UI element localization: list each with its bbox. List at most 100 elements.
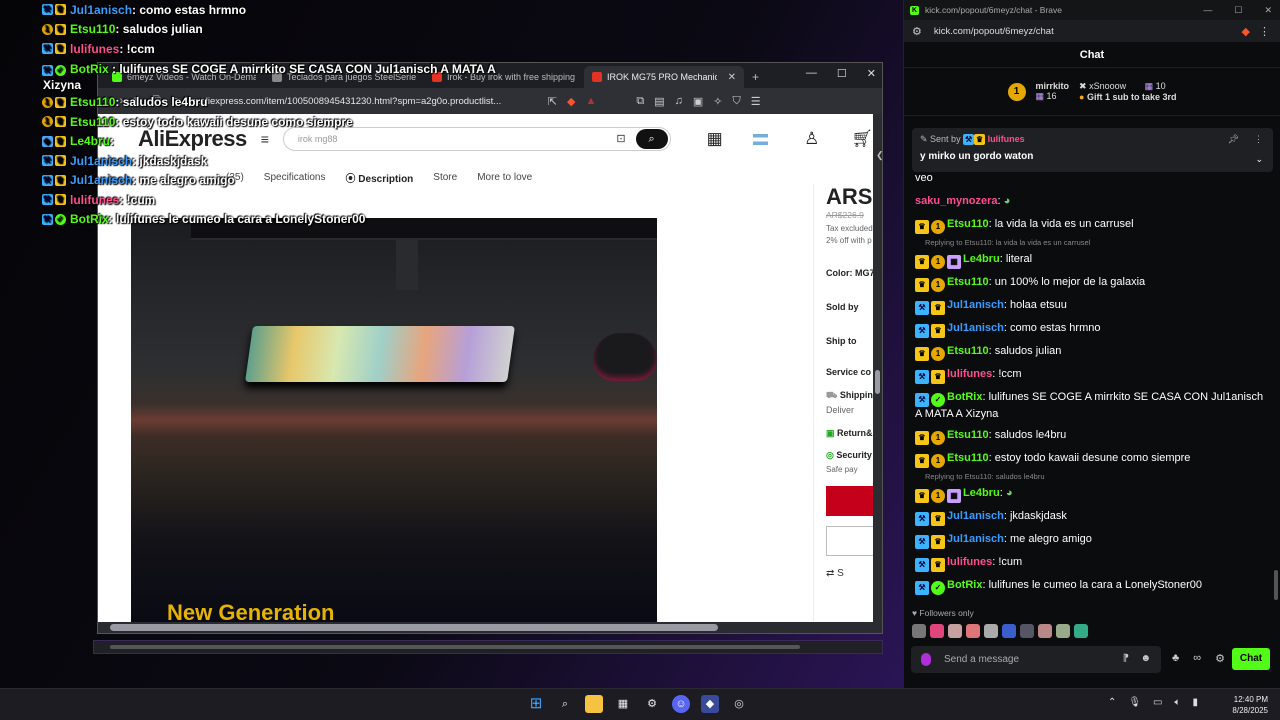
chat-username[interactable]: lulifunes — [947, 368, 992, 380]
taskbar-clock[interactable]: 12:40 PM 8/28/2025 — [1232, 694, 1268, 716]
emote-icon[interactable] — [948, 624, 962, 638]
emote-icon[interactable] — [1056, 624, 1070, 638]
chat-username[interactable]: Etsu110 — [947, 218, 989, 230]
chat-username[interactable]: BotRix — [947, 391, 982, 403]
chat-username[interactable]: Le4bru — [963, 253, 1000, 265]
chat-username[interactable]: Jul1anisch — [947, 510, 1004, 522]
share-icon[interactable]: ⇱ — [548, 95, 557, 108]
chat-message[interactable]: ♛ 1 Etsu110: la vida la vida es un carruse… — [915, 214, 1271, 237]
chat-message[interactable]: saku_mynozera: ◕ — [915, 191, 1271, 214]
cart-icon[interactable]: 🛒︎ — [851, 129, 873, 149]
close-icon[interactable]: ✕ — [1264, 5, 1272, 16]
kick-microphone-icon[interactable] — [921, 653, 931, 666]
gift-sub-cta[interactable]: Gift 1 sub to take 3rd — [1087, 92, 1177, 102]
site-settings-icon[interactable]: ⚙︎ — [912, 25, 922, 38]
search-icon[interactable]: ⌕ — [556, 695, 574, 713]
qr-code-icon[interactable]: ▦ — [707, 129, 723, 149]
chat-username[interactable]: Etsu110 — [947, 345, 989, 357]
chat-username[interactable]: Jul1anisch — [947, 533, 1004, 545]
share-button[interactable]: ⇄ S — [826, 568, 844, 579]
country-flag-icon[interactable] — [752, 133, 769, 145]
emote-icon[interactable] — [984, 624, 998, 638]
buy-now-button[interactable] — [826, 486, 873, 516]
chat-settings-icon[interactable]: ⚙︎ — [1215, 652, 1225, 665]
brave-browser-icon[interactable]: ◆ — [701, 695, 719, 713]
chat-message[interactable]: ⚒ ♛ Jul1anisch: jkdaskjdask — [915, 506, 1271, 529]
file-explorer-icon[interactable] — [585, 695, 603, 713]
chat-message[interactable]: ⚒ ✓ BotRix: lulifunes le cumeo la cara a L… — [915, 575, 1271, 598]
collapse-arrow-icon[interactable]: ❮ — [876, 150, 888, 168]
battery-icon[interactable]: ▮ — [1192, 697, 1198, 708]
horizontal-scrollbar[interactable] — [98, 622, 882, 633]
leo-icon[interactable]: ✧ — [713, 95, 722, 108]
microphone-icon[interactable]: 🎙︎ — [1128, 697, 1141, 708]
emote-icon[interactable] — [930, 624, 944, 638]
emote-icon[interactable] — [912, 624, 926, 638]
chat-message[interactable]: ♛ 1 ▦ Le4bru: literal — [915, 249, 1271, 272]
reply-context[interactable]: Replying to Etsu110: la vida la vida es … — [915, 237, 1271, 249]
chat-message-input[interactable]: Send a message ☻ ⁋ — [911, 646, 1161, 673]
chat-message[interactable]: ⚒ ♛ lulifunes: !ccm — [915, 364, 1271, 387]
background-scroll-thumb[interactable] — [110, 645, 800, 649]
browser-tab[interactable]: IROK MG75 PRO Mechanical Ke ✕ — [584, 66, 744, 88]
chat-username[interactable]: Etsu110 — [947, 452, 989, 464]
media-icon[interactable]: ♫ — [675, 95, 683, 107]
background-window-scrollbar[interactable] — [93, 640, 883, 654]
volume-icon[interactable]: 🔈︎ — [1174, 697, 1180, 708]
store-icon[interactable]: ▦ — [614, 695, 632, 713]
unpin-icon[interactable]: 📌︎ — [1228, 134, 1239, 145]
chat-message[interactable]: ♛ 1 Etsu110: saludos le4bru — [915, 425, 1271, 448]
chat-scrollbar[interactable] — [1274, 570, 1278, 600]
pinned-more-icon[interactable]: ⋮ — [1254, 134, 1263, 145]
emote-icon[interactable] — [1038, 624, 1052, 638]
brave-shields-icon[interactable]: ◆ — [1242, 25, 1250, 38]
menu-icon[interactable]: ☰ — [751, 95, 761, 108]
vpn-icon[interactable]: ⛉ — [733, 95, 741, 108]
brave-shields-icon[interactable]: ◆ — [567, 95, 575, 108]
community-icon[interactable]: ♣ — [1172, 652, 1179, 665]
chat-message[interactable]: veo — [915, 168, 1271, 191]
minimize-icon[interactable]: — — [806, 67, 817, 80]
emote-icon[interactable] — [1002, 624, 1016, 638]
chat-username[interactable]: Jul1anisch — [947, 299, 1004, 311]
network-icon[interactable]: ▭ — [1153, 697, 1162, 708]
translate-icon[interactable]: ⁋ — [1123, 653, 1129, 664]
chat-username[interactable]: Etsu110 — [947, 429, 989, 441]
search-button[interactable]: ⌕ — [635, 129, 668, 149]
minimize-icon[interactable]: — — [1203, 5, 1212, 16]
send-chat-button[interactable]: Chat — [1232, 648, 1270, 670]
chat-message[interactable]: ⚒ ♛ Jul1anisch: holaa etsuu — [915, 295, 1271, 318]
chat-username[interactable]: BotRix — [947, 579, 982, 591]
start-icon[interactable]: ⊞ — [527, 695, 545, 713]
chat-message[interactable]: ♛ 1 Etsu110: un 100% lo mejor de la galaxi… — [915, 272, 1271, 295]
chat-message[interactable]: ⚒ ♛ Jul1anisch: como estas hrmno — [915, 318, 1271, 341]
vertical-scroll-thumb[interactable] — [875, 370, 880, 394]
steelseries-gg-icon[interactable]: ⚙︎ — [643, 695, 661, 713]
tray-overflow-icon[interactable]: ⌃ — [1108, 697, 1116, 708]
chat-username[interactable]: Etsu110 — [947, 276, 989, 288]
chat-message[interactable]: ♛ 1 Etsu110: saludos julian — [915, 341, 1271, 364]
chat-message[interactable]: ⚒ ♛ lulifunes: !cum — [915, 552, 1271, 575]
more-icon[interactable]: ⋮ — [1259, 25, 1270, 38]
camera-search-icon[interactable]: ⊡ — [616, 132, 625, 145]
chat-username[interactable]: saku_mynozera — [915, 195, 998, 207]
chat-username[interactable]: lulifunes — [947, 556, 992, 568]
reply-context[interactable]: Replying to Etsu110: saludos le4bru — [915, 471, 1271, 483]
emoji-icon[interactable]: ☻ — [1140, 653, 1151, 664]
vertical-scrollbar[interactable] — [873, 114, 882, 623]
close-icon[interactable]: ✕ — [867, 67, 876, 80]
account-icon[interactable]: ♙ — [804, 129, 819, 149]
emote-icon[interactable] — [1020, 624, 1034, 638]
chat-username[interactable]: Le4bru — [963, 487, 1000, 499]
chat-username[interactable]: Jul1anisch — [947, 322, 1004, 334]
ship-to-selector[interactable]: Ship to — [826, 336, 857, 346]
horizontal-scroll-thumb[interactable] — [110, 624, 718, 631]
maximize-icon[interactable]: ☐ — [837, 67, 847, 80]
chat-message[interactable]: ⚒ ✓ BotRix: lulifunes SE COGE A mirrkito S… — [915, 387, 1271, 425]
link-icon[interactable]: ∞ — [1193, 652, 1201, 665]
chat-message[interactable]: ♛ 1 ▦ Le4bru: ◕ — [915, 483, 1271, 506]
add-to-cart-button[interactable] — [826, 526, 873, 556]
kick-url-field[interactable]: kick.com/popout/6meyz/chat — [934, 26, 1054, 37]
discord-icon[interactable]: ☺ — [672, 695, 690, 713]
chat-message[interactable]: ⚒ ♛ Jul1anisch: me alegro amigo — [915, 529, 1271, 552]
